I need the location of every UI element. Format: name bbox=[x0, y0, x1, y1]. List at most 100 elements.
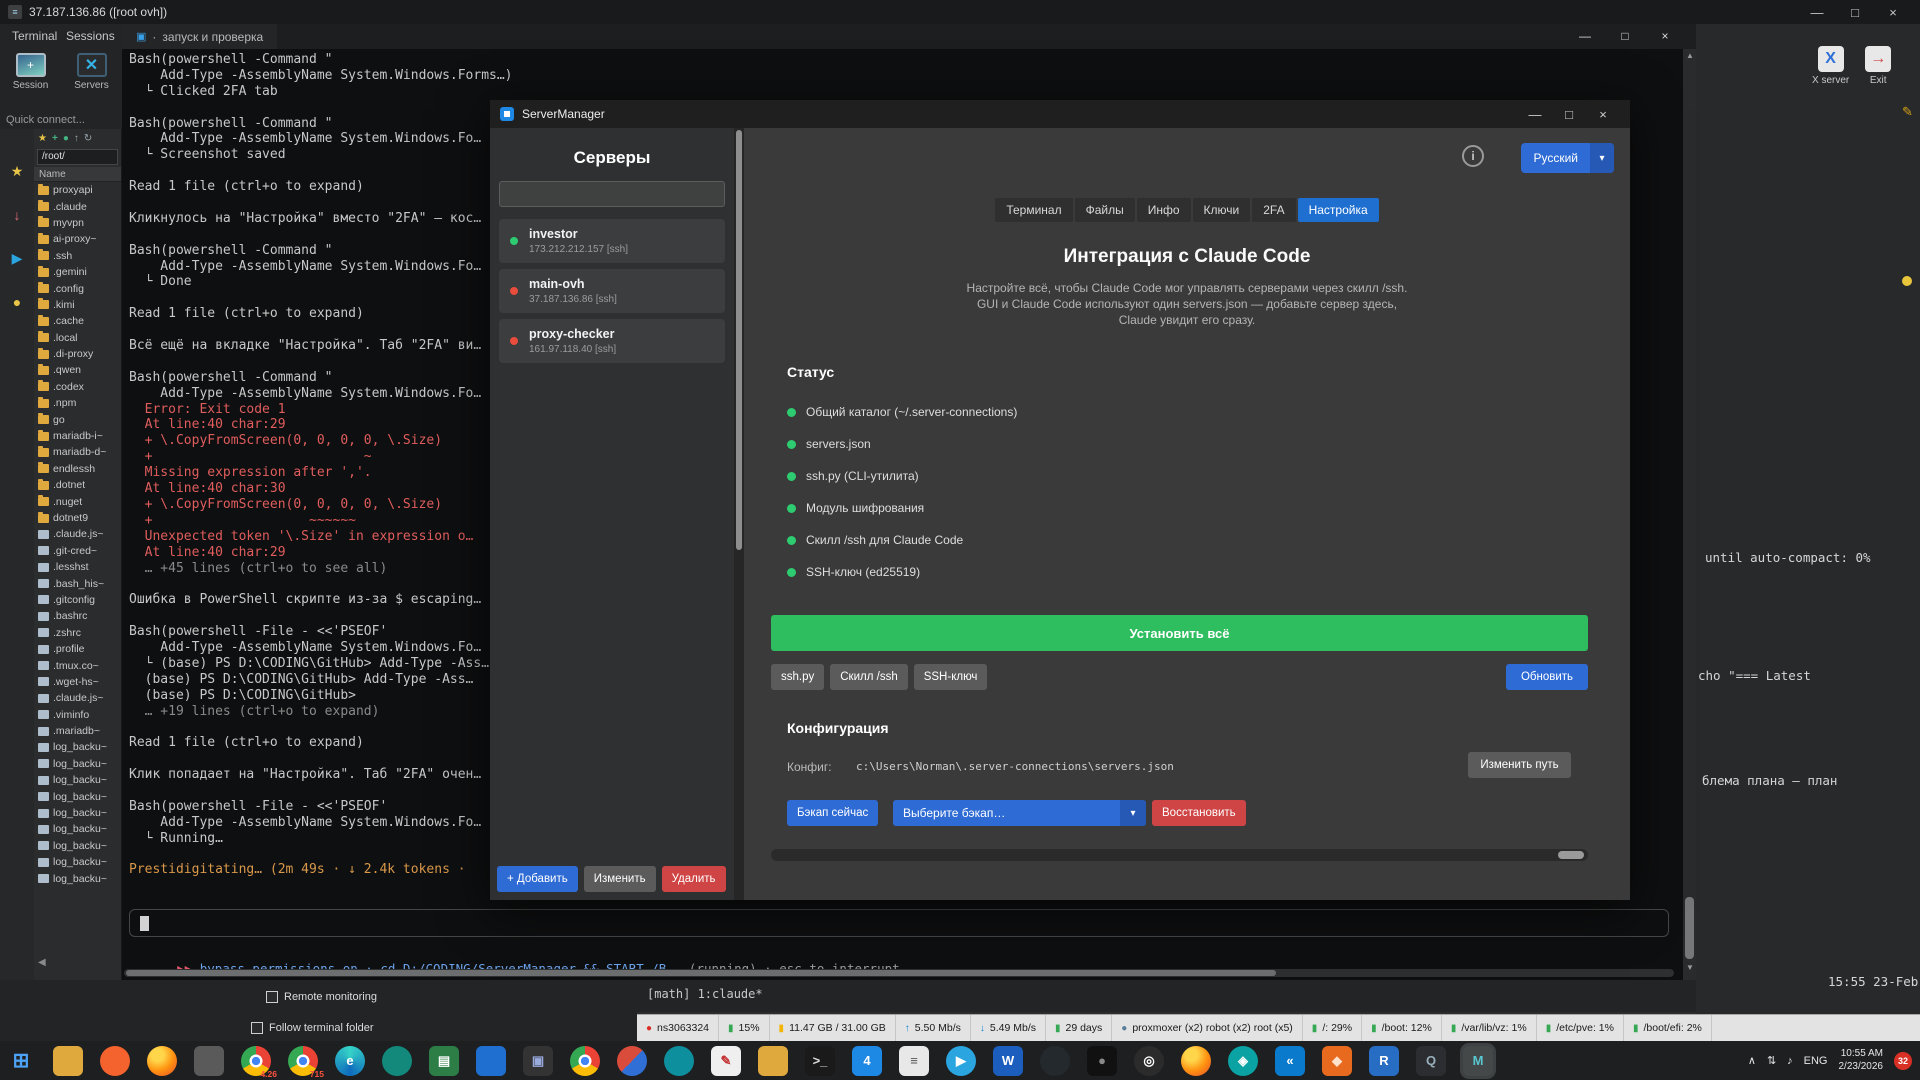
checkbox-icon[interactable] bbox=[251, 1022, 263, 1034]
server-list-item[interactable]: proxy-checker 161.97.118.40 [ssh] bbox=[499, 319, 725, 363]
server-list-scrollbar[interactable] bbox=[734, 128, 744, 900]
maximize-button[interactable]: □ bbox=[1836, 5, 1874, 20]
bookmark-icon[interactable]: ★ bbox=[38, 133, 47, 144]
file-tree-item[interactable]: .codex bbox=[34, 379, 121, 395]
taskbar-app-icon[interactable] bbox=[194, 1046, 224, 1076]
taskbar-app-icon[interactable]: >_ bbox=[805, 1046, 835, 1076]
file-tree-item[interactable]: .lesshst bbox=[34, 559, 121, 575]
close-button[interactable]: × bbox=[1874, 5, 1912, 20]
pencil-icon[interactable]: ✎ bbox=[1902, 104, 1913, 120]
minimize-button[interactable]: — bbox=[1798, 5, 1836, 20]
clock[interactable]: 10:55 AM 2/23/2026 bbox=[1839, 1048, 1884, 1073]
delete-server-button[interactable]: Удалить bbox=[662, 866, 726, 892]
exit-button[interactable]: → Exit bbox=[1865, 46, 1891, 86]
file-tree-item[interactable]: .local bbox=[34, 330, 121, 346]
file-tree-item[interactable]: log_backu~ bbox=[34, 870, 121, 886]
taskbar-app-icon[interactable]: « bbox=[1275, 1046, 1305, 1076]
favorites-star-icon[interactable]: ★ bbox=[11, 163, 24, 180]
taskbar-app-icon[interactable]: R bbox=[1369, 1046, 1399, 1076]
scroll-left-arrow-icon[interactable]: ◀ bbox=[38, 957, 46, 968]
file-tree-item[interactable]: log_backu~ bbox=[34, 739, 121, 755]
component-button[interactable]: SSH-ключ bbox=[914, 664, 988, 690]
component-button[interactable]: Скилл /ssh bbox=[830, 664, 907, 690]
yellow-dot-icon[interactable]: ● bbox=[13, 294, 21, 310]
install-all-button[interactable]: Установить всё bbox=[771, 615, 1588, 651]
scroll-up-arrow-icon[interactable]: ▲ bbox=[1686, 51, 1694, 60]
taskbar-app-icon[interactable] bbox=[100, 1046, 130, 1076]
taskbar-app-icon[interactable] bbox=[53, 1046, 83, 1076]
volume-icon[interactable]: ♪ bbox=[1787, 1055, 1793, 1067]
section-tab[interactable]: Файлы bbox=[1075, 198, 1135, 222]
file-tree-item[interactable]: .git-cred~ bbox=[34, 543, 121, 559]
refresh-icon[interactable]: ↻ bbox=[84, 133, 92, 144]
upload-icon[interactable]: ↑ bbox=[74, 133, 79, 144]
download-icon[interactable]: ↓ bbox=[14, 207, 21, 223]
notification-badge[interactable]: 32 bbox=[1894, 1052, 1912, 1070]
file-tree-item[interactable]: log_backu~ bbox=[34, 821, 121, 837]
file-tree-item[interactable]: .ssh bbox=[34, 248, 121, 264]
taskbar-app-icon[interactable]: ▣ bbox=[523, 1046, 553, 1076]
server-list-scroll-thumb[interactable] bbox=[736, 130, 742, 550]
sftp-path-input[interactable]: /root/ bbox=[37, 149, 118, 165]
sm-close-button[interactable]: × bbox=[1586, 107, 1620, 122]
file-tree-item[interactable]: .wget-hs~ bbox=[34, 674, 121, 690]
inner-minimize-button[interactable]: — bbox=[1565, 24, 1605, 49]
file-tree-item[interactable]: .config bbox=[34, 280, 121, 296]
taskbar-app-icon[interactable] bbox=[1181, 1046, 1211, 1076]
server-search-input[interactable] bbox=[499, 181, 725, 207]
file-tree-item[interactable]: .claude.js~ bbox=[34, 526, 121, 542]
file-tree-item[interactable]: .claude.js~ bbox=[34, 690, 121, 706]
taskbar-app-icon[interactable]: ◎ bbox=[1134, 1046, 1164, 1076]
server-list-item[interactable]: investor 173.212.212.157 [ssh] bbox=[499, 219, 725, 263]
inner-close-button[interactable]: × bbox=[1645, 24, 1685, 49]
session-button[interactable]: + Session bbox=[3, 53, 59, 111]
file-tree-item[interactable]: .dotnet bbox=[34, 477, 121, 493]
file-tree-item[interactable]: dotnet9 bbox=[34, 510, 121, 526]
file-tree-item[interactable]: .tmux.co~ bbox=[34, 657, 121, 673]
file-tree-item[interactable]: mariadb-i~ bbox=[34, 428, 121, 444]
file-tree-item[interactable]: .kimi bbox=[34, 297, 121, 313]
servers-button[interactable]: ✕ Servers bbox=[64, 53, 120, 111]
backup-now-button[interactable]: Бэкап сейчас bbox=[787, 800, 878, 826]
quick-connect-field[interactable]: Quick connect... bbox=[0, 111, 122, 129]
telegram-icon[interactable]: ▶ bbox=[12, 250, 23, 267]
file-tree-item[interactable]: .zshrc bbox=[34, 625, 121, 641]
file-tree-item[interactable]: .di-proxy bbox=[34, 346, 121, 362]
file-tree-item[interactable]: go bbox=[34, 411, 121, 427]
taskbar-app-icon[interactable] bbox=[476, 1046, 506, 1076]
taskbar-app-icon[interactable]: 4.26 bbox=[241, 1046, 271, 1076]
taskbar-app-icon[interactable]: ⊞ bbox=[6, 1046, 36, 1076]
terminal-input[interactable] bbox=[129, 909, 1669, 937]
taskbar-app-icon[interactable] bbox=[664, 1046, 694, 1076]
file-tree-item[interactable]: log_backu~ bbox=[34, 805, 121, 821]
menu-sessions[interactable]: Sessions bbox=[62, 24, 119, 49]
add-icon[interactable]: + bbox=[52, 133, 58, 144]
taskbar-app-icon[interactable] bbox=[1040, 1046, 1070, 1076]
file-tree-item[interactable]: .qwen bbox=[34, 362, 121, 378]
restore-button[interactable]: Восстановить bbox=[1152, 800, 1246, 826]
file-tree-item[interactable]: ai-proxy~ bbox=[34, 231, 121, 247]
server-list-item[interactable]: main-ovh 37.187.136.86 [ssh] bbox=[499, 269, 725, 313]
checkbox-icon[interactable] bbox=[266, 991, 278, 1003]
follow-terminal-folder-checkbox[interactable]: Follow terminal folder bbox=[251, 1019, 374, 1037]
taskbar-app-icon[interactable]: ● bbox=[1087, 1046, 1117, 1076]
vertical-scroll-thumb[interactable] bbox=[1685, 897, 1694, 959]
file-tree-item[interactable]: .cache bbox=[34, 313, 121, 329]
section-tab[interactable]: Инфо bbox=[1137, 198, 1191, 222]
network-icon[interactable]: ⇅ bbox=[1767, 1054, 1776, 1067]
x-server-button[interactable]: X X server bbox=[1812, 46, 1849, 86]
taskbar-app-icon[interactable]: M bbox=[1463, 1046, 1493, 1076]
taskbar-app-icon[interactable]: Q bbox=[1416, 1046, 1446, 1076]
refresh-button[interactable]: Обновить bbox=[1506, 664, 1588, 690]
taskbar-app-icon[interactable] bbox=[617, 1046, 647, 1076]
file-tree-item[interactable]: log_backu~ bbox=[34, 788, 121, 804]
file-tree-item[interactable]: .gemini bbox=[34, 264, 121, 280]
file-tree-item[interactable]: endlessh bbox=[34, 461, 121, 477]
add-server-button[interactable]: + Добавить bbox=[497, 866, 578, 892]
taskbar-app-icon[interactable]: ✎ bbox=[711, 1046, 741, 1076]
section-tab[interactable]: Настройка bbox=[1298, 198, 1379, 222]
file-tree-item[interactable]: .bash_his~ bbox=[34, 575, 121, 591]
file-tree-item[interactable]: .claude bbox=[34, 198, 121, 214]
scroll-down-arrow-icon[interactable]: ▼ bbox=[1686, 963, 1694, 972]
file-tree-item[interactable]: .gitconfig bbox=[34, 592, 121, 608]
